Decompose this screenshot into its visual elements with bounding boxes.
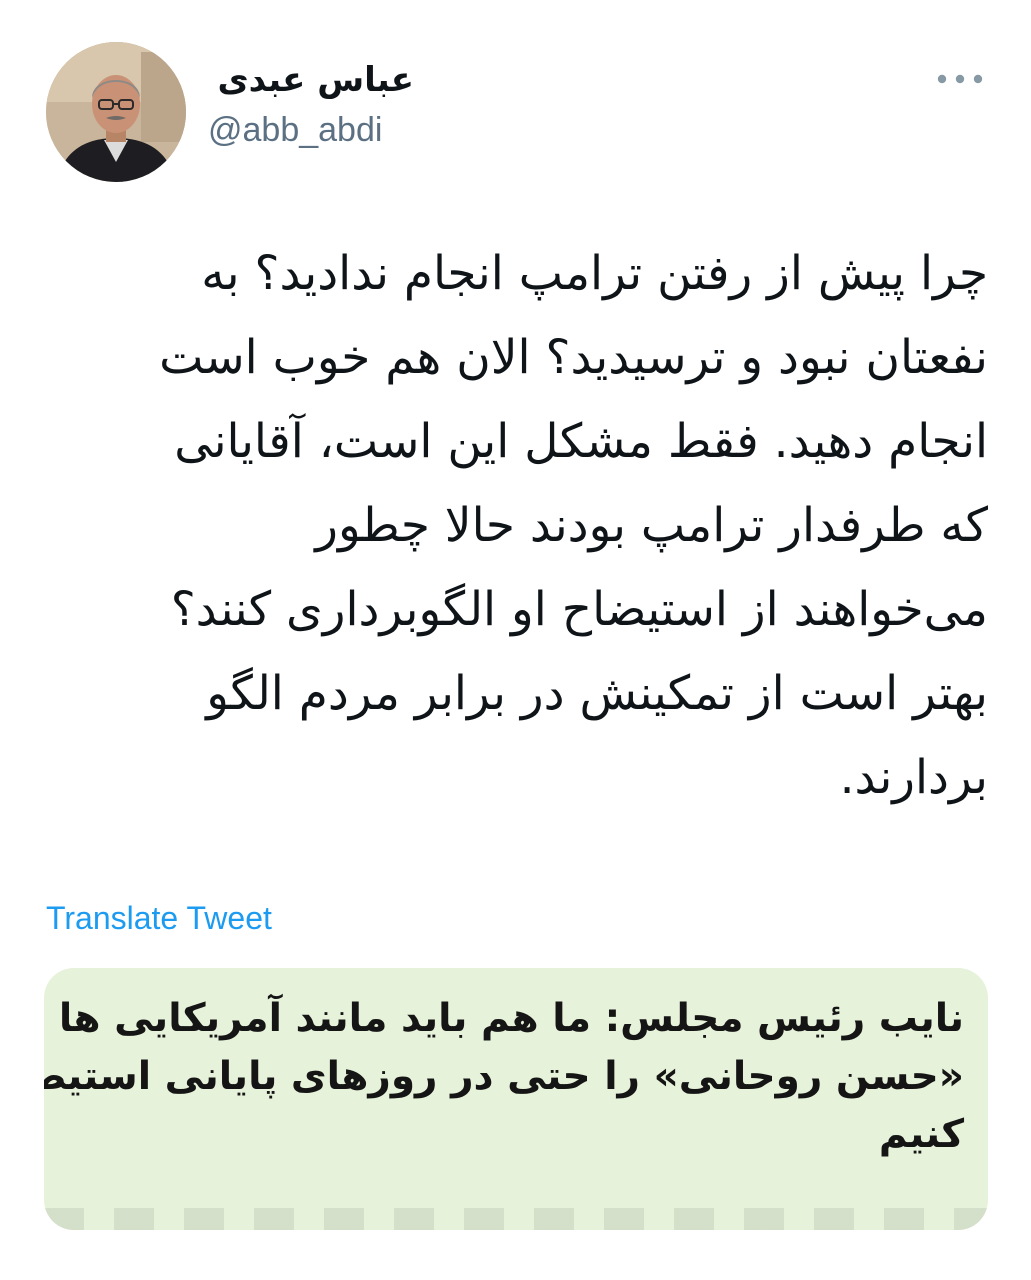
handle[interactable]: @abb_abdi bbox=[208, 108, 382, 152]
display-name[interactable]: عباس عبدی bbox=[210, 56, 414, 104]
media-line: کنیم bbox=[878, 1112, 964, 1157]
tweet-media-card[interactable]: نایب رئیس مجلس: ما هم باید مانند آمریکای… bbox=[44, 968, 988, 1230]
tweet-line: می‌خواهند از استیضاح او الگوبرداری کنند؟ bbox=[170, 582, 988, 637]
media-line: «حسن روحانی» را حتی در روزهای پایانی است… bbox=[44, 1054, 964, 1099]
more-options-button[interactable] bbox=[934, 64, 986, 94]
translate-tweet-link[interactable]: Translate Tweet bbox=[46, 896, 272, 940]
tweet-line: بهتر است از تمکینش در برابر مردم الگو bbox=[206, 666, 988, 721]
tweet-line: که طرفدار ترامپ بودند حالا چطور bbox=[315, 498, 988, 553]
avatar[interactable] bbox=[46, 42, 186, 182]
profile-photo bbox=[46, 42, 186, 182]
more-horizontal-icon bbox=[937, 74, 983, 84]
media-line: نایب رئیس مجلس: ما هم باید مانند آمریکای… bbox=[58, 996, 964, 1041]
tweet-text: چرا پیش از رفتن ترامپ انجام ندادید؟ به ن… bbox=[40, 232, 988, 820]
media-cutoff-text bbox=[44, 1208, 988, 1230]
tweet-line: انجام دهید. فقط مشکل این است، آقایانی bbox=[174, 414, 988, 469]
tweet-line: چرا پیش از رفتن ترامپ انجام ندادید؟ به bbox=[201, 246, 988, 301]
tweet-line: بردارند. bbox=[839, 750, 988, 805]
media-headline: نایب رئیس مجلس: ما هم باید مانند آمریکای… bbox=[44, 990, 964, 1164]
tweet-line: نفعتان نبود و ترسیدید؟ الان هم خوب است bbox=[159, 330, 988, 385]
